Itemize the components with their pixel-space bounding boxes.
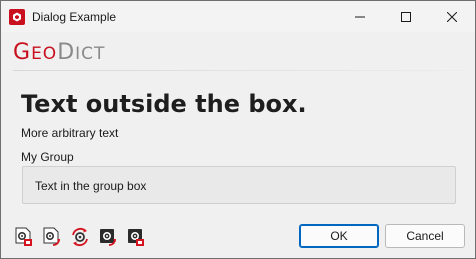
gear-dark-pdf-icon[interactable] [125,226,147,248]
title-bar[interactable]: Dialog Example [1,1,475,32]
dialog-content: GEODICT Text outside the box. More arbit… [1,32,475,258]
minimize-button[interactable] [337,1,383,32]
group-box-text: Text in the group box [35,179,147,193]
window-title: Dialog Example [32,10,117,24]
group-box: Text in the group box [22,166,456,204]
maximize-icon [401,11,411,22]
ok-button[interactable]: OK [299,224,379,248]
gear-pdf-icon[interactable] [13,226,35,248]
maximize-button[interactable] [383,1,429,32]
logo-dict-rest: ICT [75,44,106,64]
minimize-icon [355,16,365,17]
group-label: My Group [21,150,74,164]
dialog-window: Dialog Example GEODICT Text outside the … [0,0,476,259]
cancel-button[interactable]: Cancel [385,224,465,248]
gear-export-icon[interactable] [41,226,63,248]
gear-refresh-icon[interactable] [69,226,91,248]
logo-dict-initial: D [57,40,76,65]
arbitrary-text: More arbitrary text [21,126,119,140]
close-icon [447,11,457,22]
logo-geo-rest: EO [31,44,58,64]
geodict-logo: GEODICT [13,40,106,65]
header-divider [13,70,463,71]
logo-geo-initial: G [13,40,32,65]
close-button[interactable] [429,1,475,32]
page-heading: Text outside the box. [21,90,307,118]
gear-dark-export-icon[interactable] [97,226,119,248]
app-icon [9,9,25,25]
